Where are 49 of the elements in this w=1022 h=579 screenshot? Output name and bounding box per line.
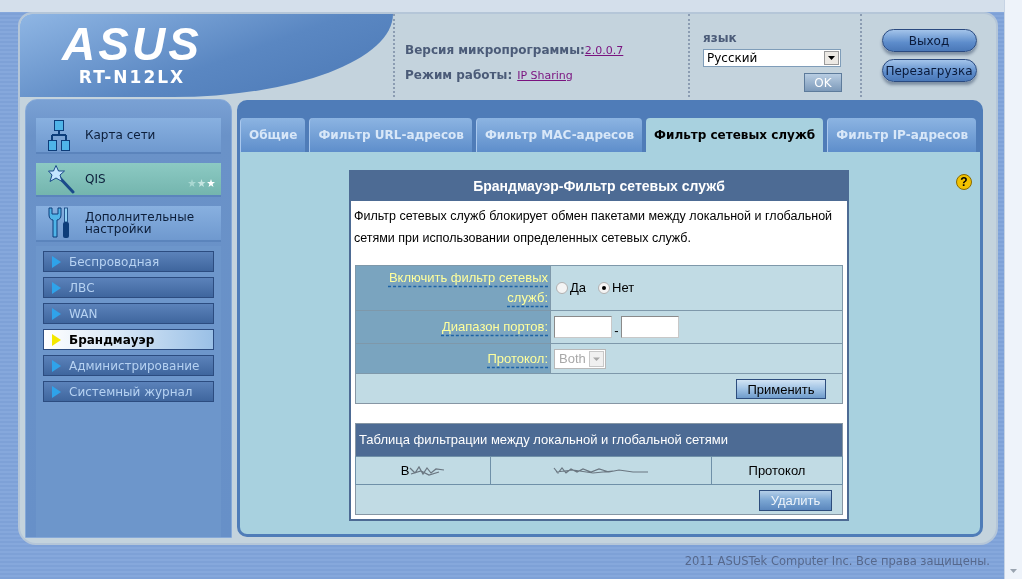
wrench-screwdriver-icon [48,207,70,239]
submenu-item[interactable]: Брандмауэр [43,329,214,350]
range-separator: - [613,324,620,338]
firmware-version-link[interactable]: 2.0.0.7 [584,43,624,60]
submenu-item[interactable]: Беспроводная [43,251,214,272]
port-end-field[interactable] [621,316,679,338]
magic-wand-icon [48,164,75,194]
field-label: Включить фильтр сетевых служб: [388,270,548,305]
radio-label: Да [570,279,587,298]
sidebar-item[interactable]: Дополнительные настройки [36,206,221,242]
table-title: Таблица фильтрации между локальной и глобальной сетями [355,423,843,457]
field-label: Протокол: [487,350,548,366]
radio-button[interactable] [598,282,611,294]
scroll-down-icon[interactable] [1010,569,1017,573]
submenu-item[interactable]: Системный журнал [43,381,214,402]
sidebar-item[interactable]: QIS [36,163,221,197]
card-title: Брандмауэр-Фильтр сетевых служб [351,172,847,201]
description-text: Фильтр сетевых служб блокирует обмен пакетами между локальной и глобальной сетями при использовании определенных сетевых служб. [353,208,834,247]
header-button[interactable]: Выход [881,29,977,52]
apply-button[interactable]: Применить [736,378,826,399]
tab[interactable]: Фильтр сетевых служб [646,118,824,152]
submenu-item[interactable]: WAN [43,303,214,324]
mode-label: Режим работы: [405,66,513,84]
network-map-icon [48,119,70,151]
model-name: RT-N12LX [78,68,186,86]
triangle-arrow-icon [52,385,61,398]
help-button[interactable]: ? [956,174,972,190]
firmware-label: Версия микропрограммы: [405,42,585,59]
triangle-arrow-icon [52,359,61,372]
radio-button[interactable] [556,282,568,294]
mode-link[interactable]: IP Sharing [517,67,573,84]
triangle-arrow-icon [52,281,61,294]
language-label: язык [703,31,738,46]
header-button[interactable]: Перезагрузка [881,59,977,82]
triangle-arrow-icon [52,307,61,320]
logo-text: ASUS [62,24,202,64]
field-label: Диапазон портов: [441,319,548,334]
triangle-arrow-icon [52,255,61,268]
triangle-arrow-icon [52,333,61,346]
submenu-item[interactable]: Администрирование [43,355,214,376]
column-label: В [400,461,410,480]
language-select[interactable]: Русский [703,49,841,67]
port-start-field[interactable] [554,316,612,338]
radio-label: Нет [612,279,635,298]
copyright-text: 2011 ASUSTek Computer Inc. Все права защищены. [684,553,990,571]
column-label: Протокол [748,461,806,480]
stars-icon [188,179,215,187]
submenu-item[interactable]: ЛВС [43,277,214,298]
sidebar-item[interactable]: Карта сети [36,118,221,154]
